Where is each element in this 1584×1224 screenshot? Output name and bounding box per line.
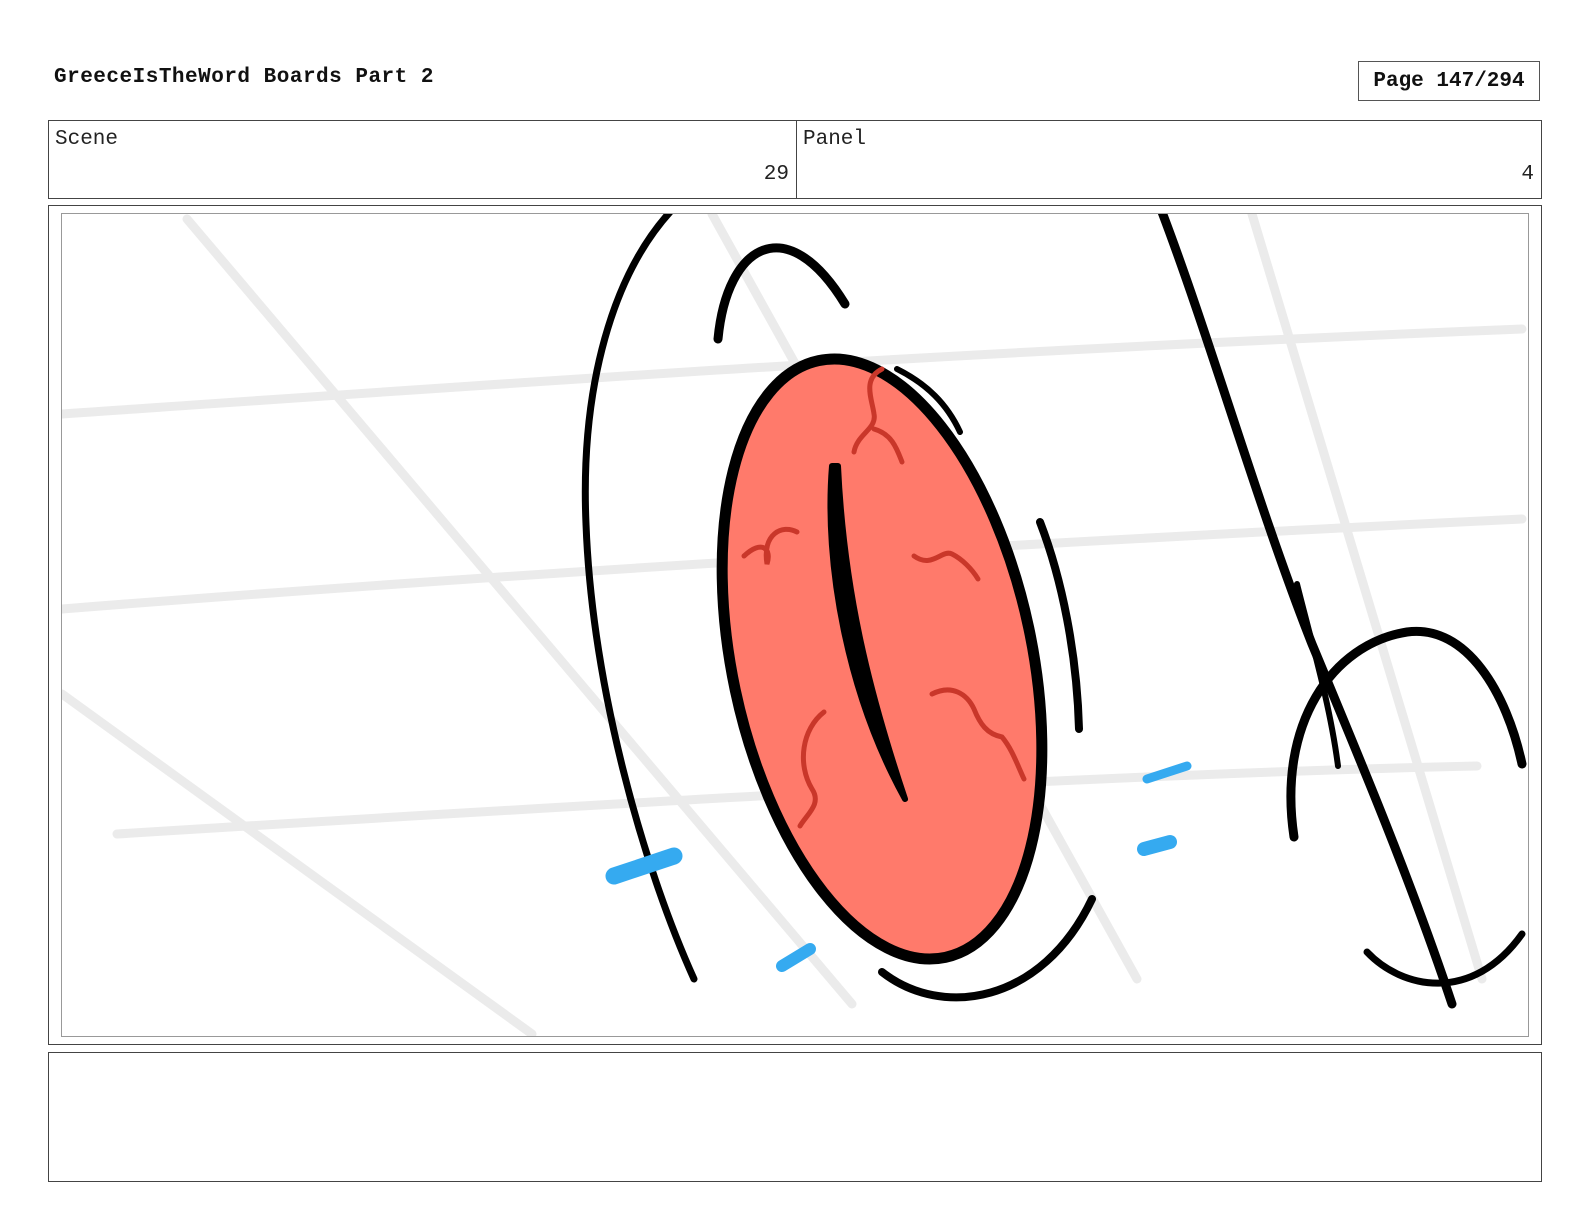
panel-cell: Panel 4 [797,121,1541,198]
scene-label: Scene [55,128,119,151]
document-title: GreeceIsTheWord Boards Part 2 [54,66,434,89]
notes-box [48,1052,1542,1182]
scene-number: 29 [763,163,789,186]
scene-cell: Scene 29 [49,121,797,198]
motion-line-right [1036,518,1083,733]
page-number: Page 147/294 [1373,69,1525,93]
storyboard-panel-image [61,213,1529,1037]
eye-closeup-sketch-icon [62,214,1527,1036]
scene-panel-header: Scene 29 Panel 4 [48,120,1542,199]
iris [716,353,1048,965]
storyboard-frame [48,205,1542,1045]
page-number-box: Page 147/294 [1358,61,1540,101]
panel-number: 4 [1521,163,1534,186]
panel-label: Panel [803,128,867,151]
